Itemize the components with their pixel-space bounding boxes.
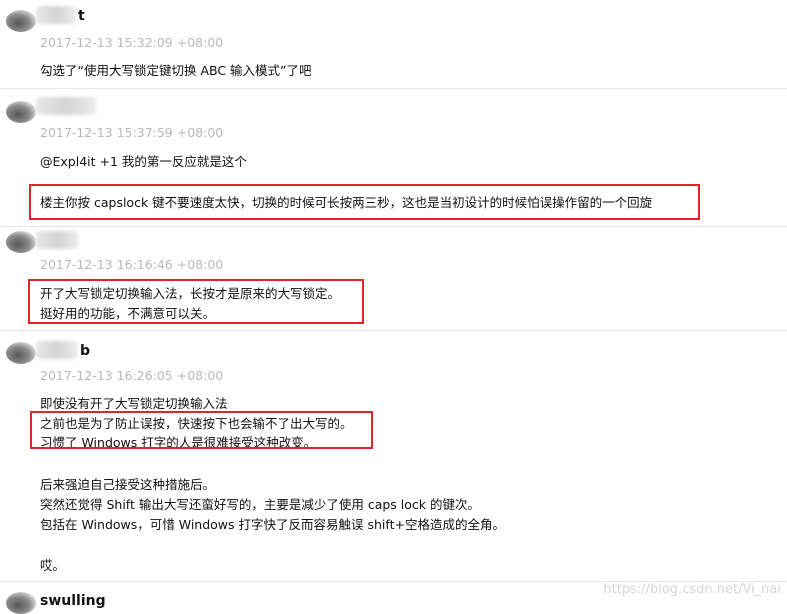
username-redacted (36, 97, 96, 115)
username-redacted (36, 341, 78, 359)
username-redacted (36, 231, 78, 249)
highlight-box (28, 279, 364, 324)
highlight-box (30, 411, 373, 449)
comment-divider (0, 226, 787, 227)
comment-text: 即使没有开了大写锁定切换输入法 (40, 396, 228, 411)
username[interactable]: swulling (40, 593, 106, 609)
comment-text: 勾选了“使用大写锁定键切换 ABC 输入模式”了吧 (40, 63, 312, 78)
timestamp: 2017-12-13 15:32:09 +08:00 (40, 35, 224, 50)
comment-divider (0, 330, 787, 331)
timestamp: 2017-12-13 16:26:05 +08:00 (40, 368, 224, 383)
comment-text: 哎。 (40, 558, 66, 573)
comment-text: 突然还觉得 Shift 输出大写还蛮好写的，主要是减少了使用 caps lock… (40, 497, 480, 512)
avatar[interactable] (6, 592, 36, 614)
comment-text: 包括在 Windows，可惜 Windows 打字快了反而容易触误 shift+… (40, 517, 505, 532)
timestamp: 2017-12-13 16:16:46 +08:00 (40, 257, 224, 272)
avatar[interactable] (6, 231, 36, 253)
username[interactable]: t (78, 8, 85, 24)
timestamp: 2017-12-13 15:37:59 +08:00 (40, 125, 224, 140)
comment-divider (0, 88, 787, 89)
avatar[interactable] (6, 10, 36, 32)
username-redacted (36, 6, 76, 24)
watermark: https://blog.csdn.net/Vi_nai (603, 582, 781, 597)
username[interactable]: b (80, 343, 90, 359)
comment-text: @Expl4it +1 我的第一反应就是这个 (40, 154, 247, 169)
comment-text: 后来强迫自己接受这种措施后。 (40, 477, 216, 492)
avatar[interactable] (6, 101, 36, 123)
avatar[interactable] (6, 342, 36, 364)
highlight-box (29, 184, 700, 220)
